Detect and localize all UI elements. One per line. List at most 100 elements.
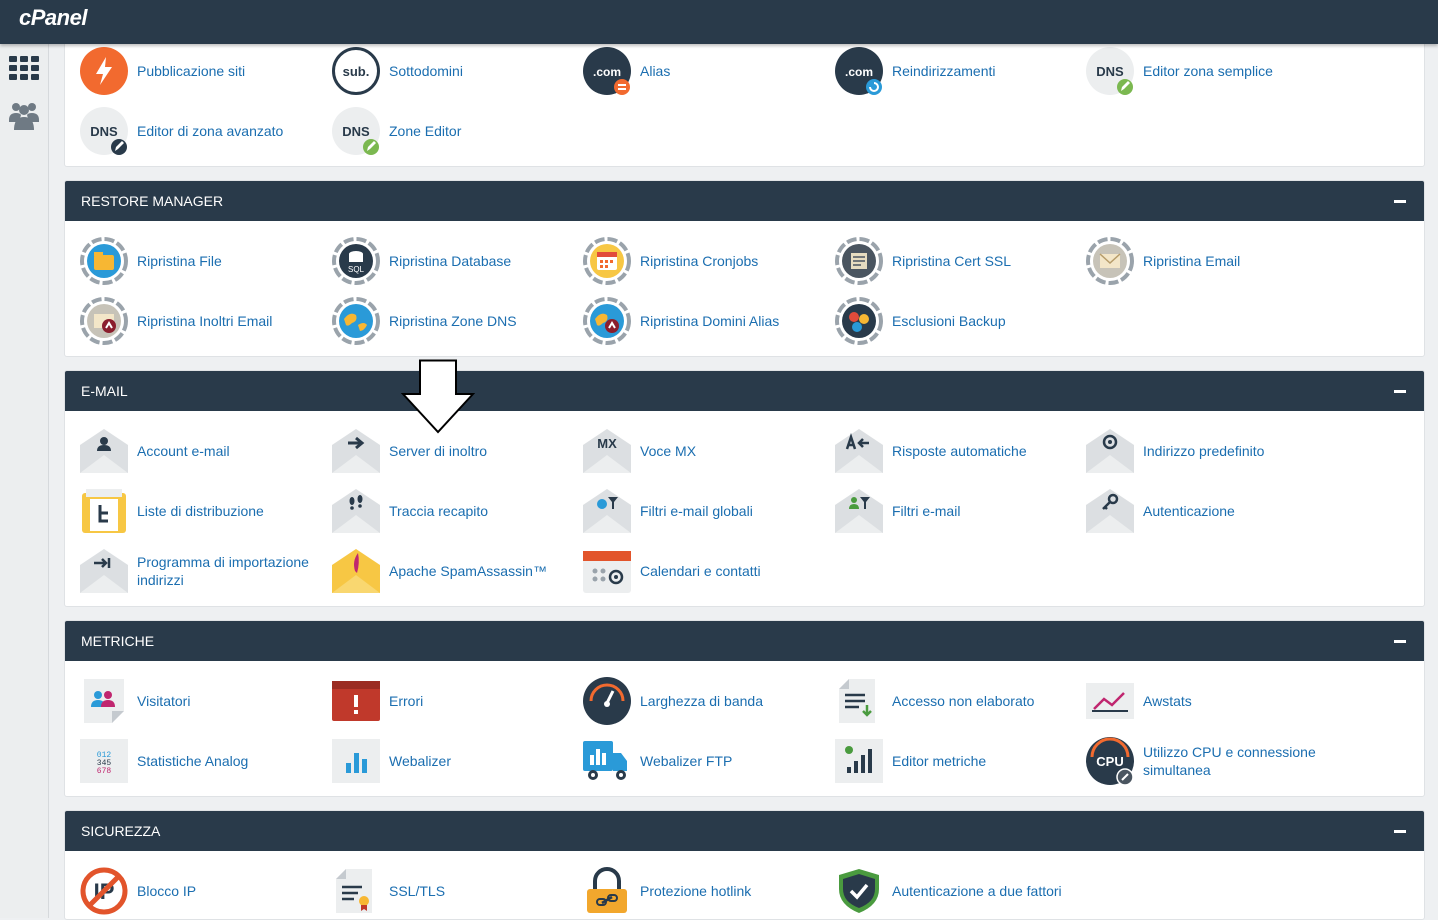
- item-editor-zona-semplice[interactable]: DNS Editor zona semplice: [1071, 41, 1322, 101]
- item-importazione-indirizzi[interactable]: Programma di importazione indirizzi: [65, 541, 316, 601]
- item-autenticazione[interactable]: Autenticazione: [1071, 481, 1322, 541]
- item-alias[interactable]: .com Alias: [568, 41, 819, 101]
- item-larghezza-di-banda[interactable]: Larghezza di banda: [568, 671, 819, 731]
- cpanel-logo[interactable]: cPanel: [19, 5, 87, 31]
- item-label: Ripristina Cronjobs: [640, 253, 759, 269]
- authentication-icon: [1086, 487, 1134, 535]
- cpu-icon: CPU: [1086, 737, 1134, 785]
- item-editor-di-zona-avanzato[interactable]: DNS Editor di zona avanzato: [65, 101, 316, 161]
- item-label: Visitatori: [137, 693, 191, 709]
- dns-advanced-icon: DNS: [80, 107, 128, 155]
- svg-text:678: 678: [97, 767, 112, 776]
- item-ripristina-cronjobs[interactable]: Ripristina Cronjobs: [568, 231, 819, 291]
- item-errori[interactable]: Errori: [317, 671, 568, 731]
- item-sottodomini[interactable]: sub. Sottodomini: [317, 41, 568, 101]
- item-blocco-ip[interactable]: IP Blocco IP: [65, 861, 316, 919]
- section-header[interactable]: RESTORE MANAGER: [65, 181, 1424, 221]
- section-title: METRICHE: [81, 633, 155, 649]
- item-filtri-email-globali[interactable]: Filtri e-mail globali: [568, 481, 819, 541]
- webalizer-icon: [332, 737, 380, 785]
- item-risposte-automatiche[interactable]: Risposte automatiche: [820, 421, 1071, 481]
- item-ripristina-database[interactable]: SQL Ripristina Database: [317, 231, 568, 291]
- grid-icon[interactable]: [9, 56, 39, 84]
- security-card: SICUREZZA IP Blocco IP SSL/TLS Protezion…: [64, 810, 1425, 920]
- item-label: Errori: [389, 693, 424, 709]
- section-header[interactable]: METRICHE: [65, 621, 1424, 661]
- collapse-icon[interactable]: [1394, 390, 1406, 393]
- item-label: Ripristina Database: [389, 253, 512, 269]
- item-label: Blocco IP: [137, 883, 197, 899]
- item-label: Autenticazione a due fattori: [892, 883, 1062, 899]
- item-autenticazione-due-fattori[interactable]: Autenticazione a due fattori: [820, 861, 1071, 919]
- item-spamassassin[interactable]: Apache SpamAssassin™: [317, 541, 568, 601]
- svg-text:SQL: SQL: [348, 265, 365, 274]
- item-zone-editor[interactable]: DNS Zone Editor: [317, 101, 568, 161]
- item-ripristina-inoltri-email[interactable]: Ripristina Inoltri Email: [65, 291, 316, 351]
- item-label: Ripristina Inoltri Email: [137, 313, 273, 329]
- item-accesso-non-elaborato[interactable]: Accesso non elaborato: [820, 671, 1071, 731]
- item-voce-mx[interactable]: MX Voce MX: [568, 421, 819, 481]
- item-ripristina-file[interactable]: Ripristina File: [65, 231, 316, 291]
- item-ripristina-zone-dns[interactable]: Ripristina Zone DNS: [317, 291, 568, 351]
- item-label: Webalizer FTP: [640, 753, 733, 769]
- dns-icon: DNS: [1086, 47, 1134, 95]
- item-filtri-email[interactable]: Filtri e-mail: [820, 481, 1071, 541]
- item-label: Webalizer: [389, 753, 451, 769]
- item-esclusioni-backup[interactable]: Esclusioni Backup: [820, 291, 1071, 351]
- item-label: Ripristina File: [137, 253, 222, 269]
- item-traccia-recapito[interactable]: Traccia recapito: [317, 481, 568, 541]
- bandwidth-icon: [583, 677, 631, 725]
- item-indirizzo-predefinito[interactable]: Indirizzo predefinito: [1071, 421, 1322, 481]
- item-pubblicazione-siti[interactable]: Pubblicazione siti: [65, 41, 316, 101]
- item-account-email[interactable]: Account e-mail: [65, 421, 316, 481]
- item-label: Zone Editor: [389, 123, 462, 139]
- item-visitatori[interactable]: Visitatori: [65, 671, 316, 731]
- item-label: Server di inoltro: [389, 443, 488, 459]
- item-utilizzo-cpu[interactable]: CPU Utilizzo CPU e connessione simultane…: [1071, 731, 1322, 791]
- sub-icon: sub.: [332, 47, 380, 95]
- item-liste-di-distribuzione[interactable]: Liste di distribuzione: [65, 481, 316, 541]
- svg-text:sub.: sub.: [343, 64, 370, 79]
- section-header[interactable]: SICUREZZA: [65, 811, 1424, 851]
- item-label: Ripristina Cert SSL: [892, 253, 1012, 269]
- item-label: Filtri e-mail globali: [640, 503, 753, 519]
- item-protezione-hotlink[interactable]: Protezione hotlink: [568, 861, 819, 919]
- item-calendari-contatti[interactable]: Calendari e contatti: [568, 541, 819, 601]
- item-label: Editor di zona avanzato: [137, 123, 284, 139]
- item-ripristina-domini-alias[interactable]: Ripristina Domini Alias: [568, 291, 819, 351]
- item-label: Liste di distribuzione: [137, 503, 264, 519]
- item-editor-metriche[interactable]: Editor metriche: [820, 731, 1071, 791]
- section-header[interactable]: E-MAIL: [65, 371, 1424, 411]
- restore-forwarders-icon: [80, 297, 128, 345]
- collapse-icon[interactable]: [1394, 830, 1406, 833]
- down-arrow-icon: [401, 359, 475, 434]
- backup-exclusions-icon: [835, 297, 883, 345]
- collapse-icon[interactable]: [1394, 200, 1406, 203]
- item-ssl-tls[interactable]: SSL/TLS: [317, 861, 568, 919]
- users-icon[interactable]: [9, 100, 39, 130]
- mailing-list-icon: [80, 487, 128, 535]
- item-reindirizzamenti[interactable]: .com Reindirizzamenti: [820, 41, 1071, 101]
- item-ripristina-email[interactable]: Ripristina Email: [1071, 231, 1322, 291]
- item-awstats[interactable]: Awstats: [1071, 671, 1322, 731]
- item-label: Indirizzo predefinito: [1143, 443, 1265, 459]
- item-label: Protezione hotlink: [640, 883, 752, 899]
- item-label: Esclusioni Backup: [892, 313, 1006, 329]
- svg-text:DNS: DNS: [1096, 64, 1124, 79]
- item-label: Statistiche Analog: [137, 753, 249, 769]
- item-label: Accesso non elaborato: [892, 693, 1035, 709]
- errors-icon: [332, 677, 380, 725]
- item-label: Account e-mail: [137, 443, 230, 459]
- collapse-icon[interactable]: [1394, 640, 1406, 643]
- svg-text:DNS: DNS: [90, 124, 118, 139]
- item-statistiche-analog[interactable]: 012 345 678 Statistiche Analog: [65, 731, 316, 791]
- restore-file-icon: [80, 237, 128, 285]
- global-filter-icon: [583, 487, 631, 535]
- item-webalizer-ftp[interactable]: Webalizer FTP: [568, 731, 819, 791]
- webalizer-ftp-icon: [583, 737, 631, 785]
- awstats-icon: [1086, 677, 1134, 725]
- item-ripristina-cert-ssl[interactable]: Ripristina Cert SSL: [820, 231, 1071, 291]
- item-webalizer[interactable]: Webalizer: [317, 731, 568, 791]
- forwarder-icon: [332, 427, 380, 475]
- item-label: Voce MX: [640, 443, 697, 459]
